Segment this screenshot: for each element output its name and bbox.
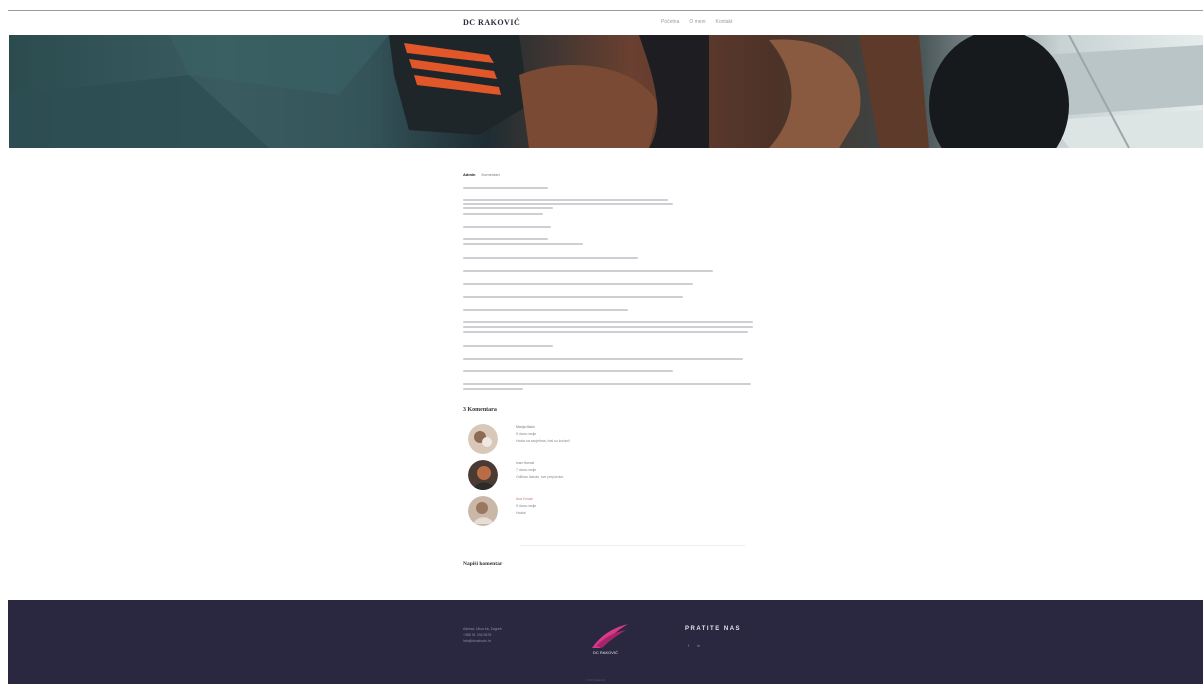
footer-logo-text: DC RAKOVIĆ bbox=[593, 650, 618, 655]
comment-item: Ana Kovač 9 dana ranije Hvala! bbox=[468, 496, 748, 530]
comment-text: Hvala! bbox=[516, 511, 526, 515]
divider bbox=[520, 545, 745, 546]
article: Admin Komentari bbox=[463, 172, 753, 177]
hero-image bbox=[9, 35, 1203, 148]
comment-date: 5 dana ranije bbox=[516, 432, 537, 436]
avatar bbox=[468, 424, 498, 454]
nav-links: Početna O meni Kontakt bbox=[661, 19, 732, 25]
copyright: © DC Raković bbox=[586, 678, 605, 682]
comment-author[interactable]: Ana Kovač bbox=[516, 497, 533, 501]
linkedin-icon[interactable]: in bbox=[697, 643, 700, 648]
footer-contact: Adresa: Ulica bb, Zagreb +385 91 234 567… bbox=[463, 626, 502, 644]
footer-logo[interactable]: DC RAKOVIĆ bbox=[586, 622, 632, 656]
comment-text: Hvala na savjetima, baš su korisni! bbox=[516, 439, 570, 443]
comment-date: 7 dana ranije bbox=[516, 468, 537, 472]
meta-author[interactable]: Admin bbox=[463, 172, 475, 177]
follow-heading: PRATITE NAS bbox=[685, 626, 742, 632]
post-meta: Admin Komentari bbox=[463, 172, 753, 177]
comment-item: Marija Marić 5 dana ranije Hvala na savj… bbox=[468, 424, 748, 458]
facebook-icon[interactable]: f bbox=[688, 643, 689, 648]
comment-date: 9 dana ranije bbox=[516, 504, 537, 508]
footer: Adresa: Ulica bb, Zagreb +385 91 234 567… bbox=[8, 600, 1203, 684]
social-links: f in bbox=[688, 643, 700, 648]
footer-email[interactable]: info@dcrakovic.hr bbox=[463, 638, 502, 644]
comment-author[interactable]: Ivan Horvat bbox=[516, 461, 534, 465]
nav-link-contact[interactable]: Kontakt bbox=[715, 19, 732, 25]
avatar bbox=[468, 460, 498, 490]
navbar: DC RAKOVIĆ Početna O meni Kontakt bbox=[0, 11, 1203, 35]
comment-author[interactable]: Marija Marić bbox=[516, 425, 535, 429]
comments-title: 3 Komentara bbox=[463, 407, 497, 413]
comment-text: Odličan članak, sve preporuke. bbox=[516, 475, 565, 479]
comment-item: Ivan Horvat 7 dana ranije Odličan članak… bbox=[468, 460, 748, 494]
avatar bbox=[468, 496, 498, 526]
nav-link-home[interactable]: Početna bbox=[661, 19, 679, 25]
site-logo[interactable]: DC RAKOVIĆ bbox=[463, 18, 520, 27]
meta-comments[interactable]: Komentari bbox=[481, 172, 499, 177]
reply-title: Napiši komentar bbox=[463, 561, 503, 567]
nav-link-about[interactable]: O meni bbox=[689, 19, 705, 25]
